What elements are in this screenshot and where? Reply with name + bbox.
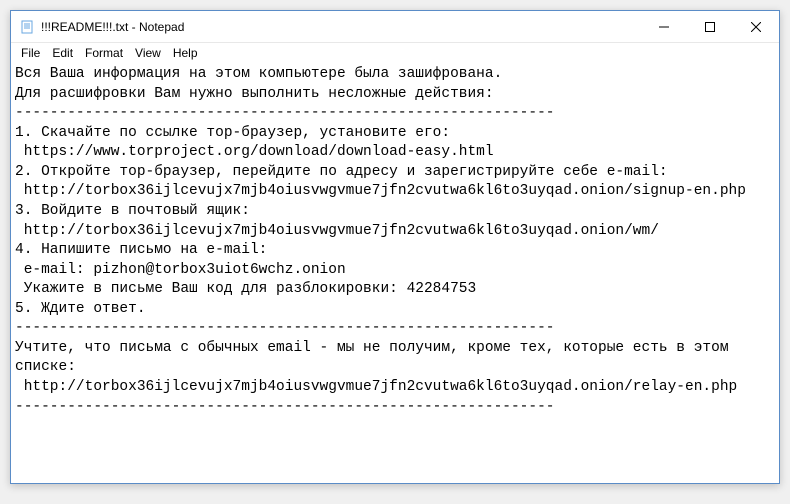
titlebar[interactable]: !!!README!!!.txt - Notepad: [11, 11, 779, 43]
text-line: 4. Напишите письмо на e-mail:: [15, 242, 267, 258]
text-line: Учтите, что письма с обычных email - мы …: [15, 340, 737, 376]
minimize-button[interactable]: [641, 11, 687, 42]
text-line: Для расшифровки Вам нужно выполнить несл…: [15, 86, 494, 102]
text-line: 1. Скачайте по ссылке тор-браузер, устан…: [15, 125, 450, 141]
close-button[interactable]: [733, 11, 779, 42]
menu-edit[interactable]: Edit: [46, 45, 79, 61]
menu-help[interactable]: Help: [167, 45, 204, 61]
menubar: File Edit Format View Help: [11, 43, 779, 63]
separator-line: ----------------------------------------…: [15, 320, 555, 336]
text-line: 2. Откройте тор-браузер, перейдите по ад…: [15, 164, 668, 180]
text-line: Укажите в письме Ваш код для разблокиров…: [15, 281, 476, 297]
text-line: http://torbox36ijlcevujx7mjb4oiusvwgvmue…: [15, 223, 659, 239]
separator-line: ----------------------------------------…: [15, 399, 555, 415]
window-controls: [641, 11, 779, 42]
separator-line: ----------------------------------------…: [15, 105, 555, 121]
text-line: http://torbox36ijlcevujx7mjb4oiusvwgvmue…: [15, 183, 746, 199]
window-title: !!!README!!!.txt - Notepad: [41, 20, 641, 34]
notepad-window: !!!README!!!.txt - Notepad File Edit For…: [10, 10, 780, 484]
text-line: 3. Войдите в почтовый ящик:: [15, 203, 250, 219]
menu-format[interactable]: Format: [79, 45, 129, 61]
text-line: http://torbox36ijlcevujx7mjb4oiusvwgvmue…: [15, 379, 737, 395]
menu-file[interactable]: File: [15, 45, 46, 61]
text-line: https://www.torproject.org/download/down…: [15, 144, 494, 160]
notepad-icon: [19, 19, 35, 35]
text-area[interactable]: Вся Ваша информация на этом компьютере б…: [11, 63, 779, 483]
maximize-button[interactable]: [687, 11, 733, 42]
menu-view[interactable]: View: [129, 45, 167, 61]
text-line: 5. Ждите ответ.: [15, 301, 146, 317]
text-line: e-mail: pizhon@torbox3uiot6wchz.onion: [15, 262, 346, 278]
text-line: Вся Ваша информация на этом компьютере б…: [15, 66, 502, 82]
